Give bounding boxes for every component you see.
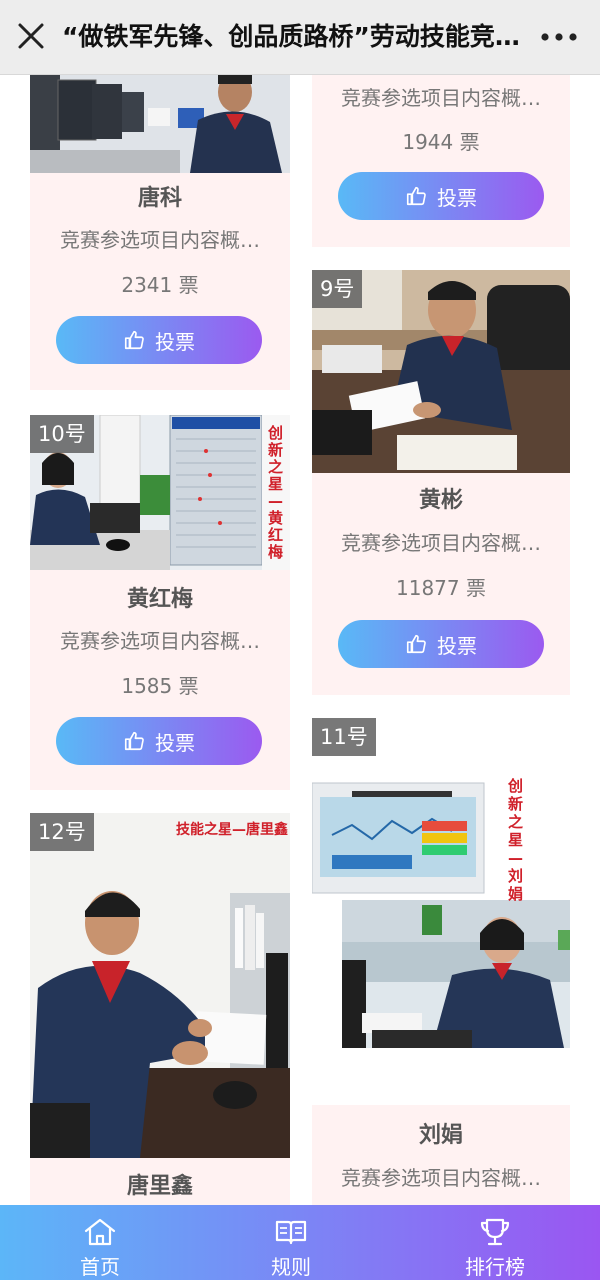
close-icon[interactable] (16, 21, 46, 51)
nav-home-label: 首页 (80, 1255, 120, 1279)
thumbs-up-icon (406, 634, 426, 654)
candidate-card-tangke[interactable]: 唐科 竞赛参选项目内容概… 2341 票 投票 (30, 75, 290, 390)
candidate-card[interactable]: 竞赛参选项目内容概… 1944 票 投票 (312, 75, 570, 247)
candidate-name: 唐科 (137, 186, 182, 211)
vote-button-label: 投票 (155, 329, 195, 354)
vote-button-label: 投票 (155, 730, 195, 755)
candidate-card-huanghongmei[interactable]: 创新之星—黄红梅 10号 黄红梅 竞赛参选项目内容概… 1585 票 投票 (30, 415, 290, 790)
photo-caption: 技能之星—唐里鑫 (176, 822, 288, 838)
book-icon (275, 1220, 307, 1245)
candidate-description: 竞赛参选项目内容概… (341, 86, 541, 110)
vote-count: 1944 票 (402, 130, 480, 154)
candidate-photo[interactable]: 创新之星—刘娟 (312, 775, 570, 1110)
candidate-card-huangbin[interactable]: 9号 黄彬 竞赛参选项目内容概… 11877 票 投票 (312, 270, 570, 695)
bottom-navigation: 首页 规则 排行榜 (0, 1205, 600, 1280)
photo-caption: 创新之星—黄红梅 (268, 424, 284, 561)
vote-button[interactable]: 投票 (338, 620, 544, 668)
vote-button-label: 投票 (437, 185, 477, 210)
candidate-name: 黄红梅 (126, 587, 193, 612)
trophy-icon (480, 1218, 510, 1246)
candidate-name: 黄彬 (418, 488, 463, 513)
candidate-description: 竞赛参选项目内容概… (60, 629, 260, 653)
top-bar: “做铁军先锋、创品质路桥”劳动技能竞赛… (0, 0, 600, 75)
vote-button-label: 投票 (437, 633, 477, 658)
more-icon[interactable] (538, 22, 580, 52)
thumbs-up-icon (406, 186, 426, 206)
nav-ranking[interactable]: 排行榜 (395, 1205, 595, 1280)
candidate-description: 竞赛参选项目内容概… (60, 228, 260, 252)
candidate-number-badge: 10号 (30, 415, 94, 453)
candidate-list: 唐科 竞赛参选项目内容概… 2341 票 投票 竞赛参选项目内容概… 1944 … (0, 75, 600, 1205)
candidate-name: 唐里鑫 (126, 1174, 193, 1199)
vote-count: 11877 票 (396, 576, 486, 600)
candidate-number-badge: 9号 (312, 270, 363, 308)
candidate-number-badge: 11号 (312, 718, 376, 756)
vote-count: 2341 票 (121, 273, 199, 297)
candidate-number-badge: 12号 (30, 813, 94, 851)
nav-ranking-label: 排行榜 (465, 1255, 525, 1279)
page-title: “做铁军先锋、创品质路桥”劳动技能竞赛… (62, 22, 532, 51)
thumbs-up-icon (124, 330, 144, 350)
candidate-description: 竞赛参选项目内容概… (341, 1166, 541, 1190)
vote-button[interactable]: 投票 (56, 717, 262, 765)
vote-button[interactable]: 投票 (338, 172, 544, 220)
home-icon (84, 1218, 116, 1246)
candidate-photo[interactable] (30, 75, 290, 173)
photo-caption: 创新之星—刘娟 (508, 777, 524, 903)
thumbs-up-icon (124, 731, 144, 751)
vote-count: 1585 票 (121, 674, 199, 698)
candidate-card-tanglixin[interactable]: 技能之星—唐里鑫 12号 唐里鑫 (30, 813, 290, 1205)
vote-button[interactable]: 投票 (56, 316, 262, 364)
nav-home[interactable]: 首页 (0, 1205, 200, 1280)
candidate-name: 刘娟 (418, 1123, 463, 1148)
nav-rules[interactable]: 规则 (191, 1205, 391, 1280)
nav-rules-label: 规则 (271, 1255, 311, 1279)
candidate-description: 竞赛参选项目内容概… (341, 531, 541, 555)
candidate-card-liujuan[interactable]: 11号 创新之星—刘娟 刘娟 竞赛参选项目内容概… (312, 715, 570, 1205)
candidate-photo[interactable]: 技能之星—唐里鑫 (30, 813, 290, 1158)
